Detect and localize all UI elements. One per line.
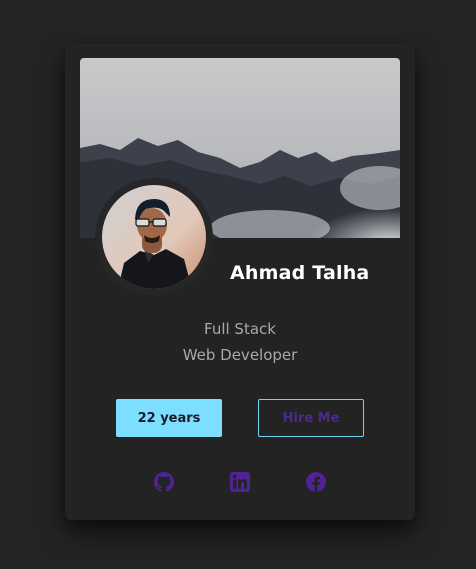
age-button[interactable]: 22 years: [116, 399, 222, 437]
github-icon[interactable]: [154, 472, 174, 492]
profile-card: Ahmad Talha Full Stack Web Developer 22 …: [65, 44, 415, 520]
hire-me-button[interactable]: Hire Me: [258, 399, 364, 437]
profile-role: Full Stack Web Developer: [65, 316, 415, 368]
role-line-1: Full Stack: [204, 320, 276, 338]
linkedin-icon[interactable]: [230, 472, 250, 492]
facebook-icon[interactable]: [306, 472, 326, 492]
avatar: [102, 185, 206, 289]
social-links: [65, 472, 415, 492]
avatar-frame: [95, 178, 213, 296]
profile-name: Ahmad Talha: [230, 262, 370, 284]
role-line-2: Web Developer: [182, 346, 298, 364]
